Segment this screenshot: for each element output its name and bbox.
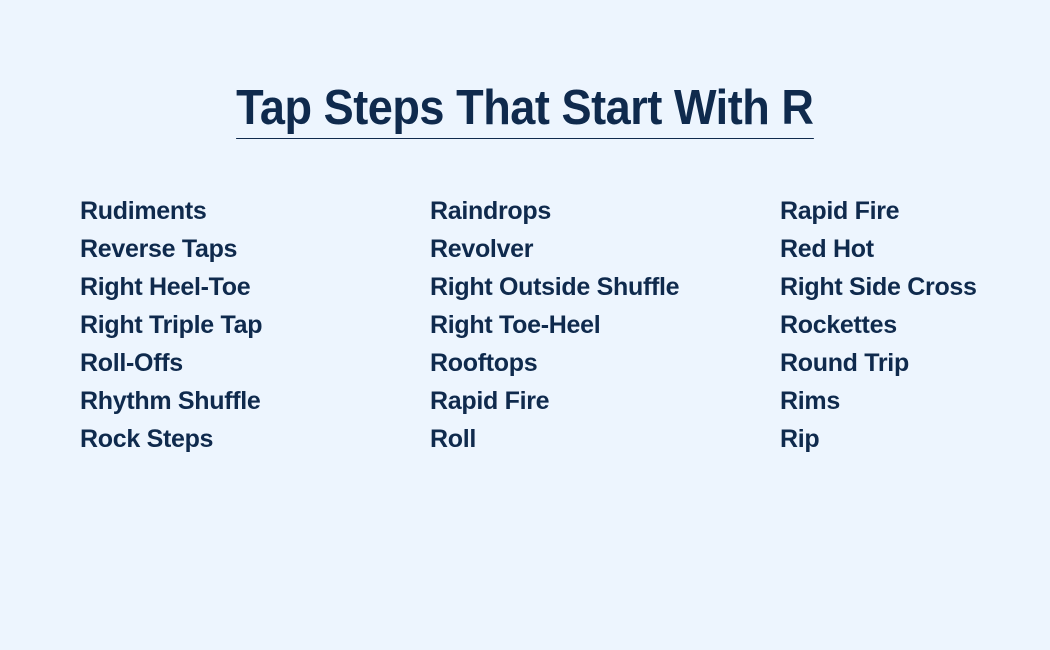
list-item: Rudiments: [80, 197, 207, 225]
list-item: Right Outside Shuffle: [430, 273, 680, 301]
list-item: Right Triple Tap: [80, 311, 263, 339]
list-item: Reverse Taps: [80, 235, 238, 263]
page-title: Tap Steps That Start With R: [236, 80, 814, 139]
list-item: Rhythm Shuffle: [80, 387, 261, 415]
list-item: Roll-Offs: [80, 349, 183, 377]
list-item: Rockettes: [780, 311, 897, 339]
list-item: Right Side Cross: [780, 273, 977, 301]
list-item: Raindrops: [430, 197, 551, 225]
list-item: Right Heel-Toe: [80, 273, 251, 301]
list-item: Red Hot: [780, 235, 874, 263]
list-item: Rapid Fire: [780, 197, 900, 225]
title-container: Tap Steps That Start With R: [0, 80, 1050, 139]
list-item: Rapid Fire: [430, 387, 550, 415]
step-column-2: Raindrops Revolver Right Outside Shuffle…: [430, 192, 680, 458]
list-item: Revolver: [430, 235, 534, 263]
list-item: Round Trip: [780, 349, 909, 377]
list-item: Rock Steps: [80, 425, 214, 453]
list-item: Rip: [780, 425, 820, 453]
list-item: Rooftops: [430, 349, 538, 377]
list-item: Roll: [430, 425, 477, 453]
step-column-1: Rudiments Reverse Taps Right Heel-Toe Ri…: [80, 192, 263, 458]
list-item: Right Toe-Heel: [430, 311, 601, 339]
list-item: Rims: [780, 387, 840, 415]
step-column-3: Rapid Fire Red Hot Right Side Cross Rock…: [780, 192, 977, 458]
